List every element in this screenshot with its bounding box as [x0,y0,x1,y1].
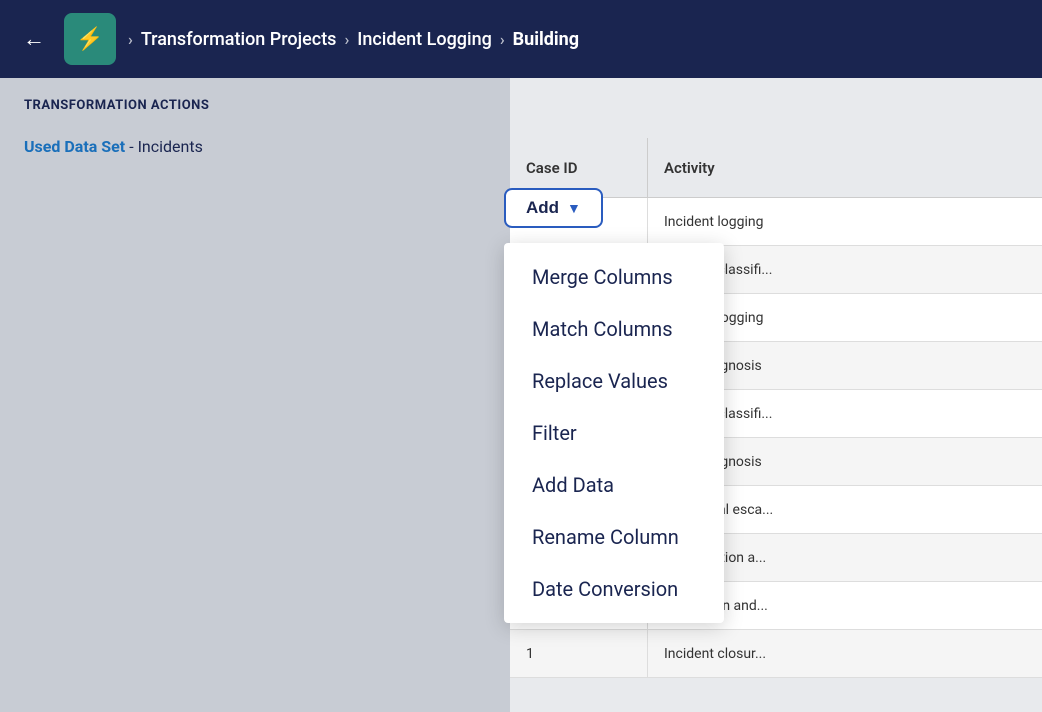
cell-activity: Incident closur... [648,630,1042,677]
dropdown-item[interactable]: Match Columns [504,303,724,355]
dropdown-item[interactable]: Merge Columns [504,251,724,303]
breadcrumb-sep-2: › [500,30,505,49]
dropdown-item[interactable]: Filter [504,407,724,459]
header: ← ⚡ › Transformation Projects › Incident… [0,0,1042,78]
col-activity-header: Activity [648,138,1042,197]
breadcrumb-transformation-projects[interactable]: Transformation Projects [141,29,337,50]
cell-caseid: 1 [510,630,648,677]
app-logo: ⚡ [64,13,116,65]
add-button[interactable]: Add ▼ [504,188,603,228]
dropdown-item[interactable]: Rename Column [504,511,724,563]
breadcrumb: › Transformation Projects › Incident Log… [128,29,579,50]
table-row: 1Incident closur... [510,630,1042,678]
dropdown-item[interactable]: Add Data [504,459,724,511]
dropdown-item[interactable]: Date Conversion [504,563,724,615]
dropdown-item[interactable]: Replace Values [504,355,724,407]
add-button-arrow-icon: ▼ [567,200,581,216]
main-area: TRANSFORMATION ACTIONS Used Data Set - I… [0,78,1042,712]
used-dataset-value: - Incidents [129,137,203,156]
add-button-label: Add [526,198,559,218]
breadcrumb-building[interactable]: Building [513,29,579,50]
sidebar: TRANSFORMATION ACTIONS Used Data Set - I… [0,78,510,712]
breadcrumb-incident-logging[interactable]: Incident Logging [357,29,492,50]
cell-activity: Incident logging [648,198,1042,245]
used-dataset: Used Data Set - Incidents [24,137,486,156]
breadcrumb-sep-0: › [128,30,133,49]
used-dataset-label: Used Data Set [24,137,125,156]
sidebar-section-title: TRANSFORMATION ACTIONS [24,98,486,113]
breadcrumb-sep-1: › [344,30,349,49]
dropdown-wrapper: Add ▼ Merge ColumnsMatch ColumnsReplace … [504,188,603,232]
back-button[interactable]: ← [16,21,52,57]
dropdown-menu: Merge ColumnsMatch ColumnsReplace Values… [504,243,724,623]
